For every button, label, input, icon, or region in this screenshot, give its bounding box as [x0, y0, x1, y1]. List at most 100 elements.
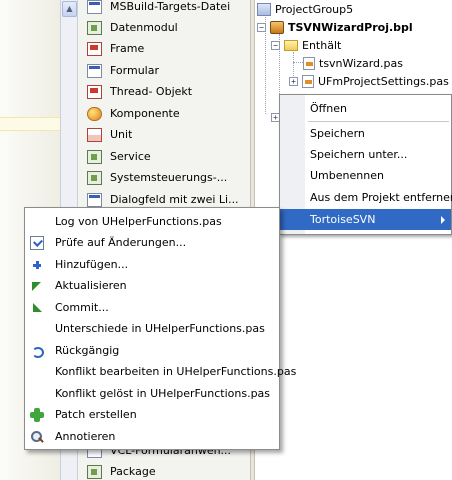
unit-icon	[87, 127, 102, 142]
project-context-menu: Öffnen Speichern Speichern unter... Umbe…	[279, 94, 452, 235]
menu-item-create-patch[interactable]: Patch erstellen	[25, 404, 279, 425]
menu-item-commit[interactable]: Commit...	[25, 297, 279, 318]
menu-item-label: Umbenennen	[310, 169, 384, 182]
tree-node-file[interactable]: tsvnWizard.pas	[303, 54, 403, 72]
project-group-icon	[257, 2, 271, 16]
menu-item-label: Patch erstellen	[55, 408, 137, 421]
palette-item-label: Package	[110, 465, 156, 478]
menu-item-label: Prüfe auf Änderungen...	[55, 236, 187, 249]
add-icon	[30, 258, 44, 272]
thread-icon	[87, 84, 102, 99]
annotate-icon	[30, 430, 44, 444]
project-tree: ProjectGroup5 − TSVNWizardProj.bpl − Ent…	[255, 0, 452, 480]
menu-item-label: TortoiseSVN	[310, 213, 376, 226]
package-project-icon	[270, 20, 284, 34]
menu-item-label: Hinzufügen...	[55, 258, 129, 271]
palette-item-label: Komponente	[110, 107, 180, 120]
menu-item-log[interactable]: Log von UHelperFunctions.pas	[25, 211, 279, 232]
component-icon	[87, 106, 102, 121]
ide-window: ▲ MSBuild-Targets-Datei Datenmodul Frame…	[0, 0, 452, 480]
folder-icon	[284, 39, 298, 51]
menu-item-diff[interactable]: Unterschiede in UHelperFunctions.pas	[25, 318, 279, 339]
palette-item-datenmodul[interactable]: Datenmodul	[78, 17, 250, 38]
patch-icon	[30, 408, 44, 422]
expand-icon[interactable]: +	[289, 76, 298, 86]
tree-node-label: tsvnWizard.pas	[319, 56, 403, 70]
palette-item-label: Systemsteuerungs-...	[110, 171, 228, 184]
tree-node-file[interactable]: + UFmProjectSettings.pas	[289, 72, 449, 90]
palette-item-label: Formular	[110, 64, 160, 77]
tree-node-contains[interactable]: − Enthält	[271, 36, 341, 54]
menu-item-label: Aus dem Projekt entfernen	[310, 191, 452, 204]
palette-item-label: Service	[110, 150, 151, 163]
pas-file-icon	[303, 56, 315, 70]
palette-item-komponente[interactable]: Komponente	[78, 103, 250, 124]
menu-item-save-as[interactable]: Speichern unter...	[280, 144, 451, 165]
menu-item-edit-conflict[interactable]: Konflikt bearbeiten in UHelperFunctions.…	[25, 361, 296, 382]
palette-item-thread[interactable]: Thread- Objekt	[78, 81, 250, 102]
tortoisesvn-submenu: Log von UHelperFunctions.pas Prüfe auf Ä…	[24, 207, 296, 450]
palette-item-label: Dialogfeld mit zwei Li...	[110, 193, 239, 206]
scroll-up-button[interactable]: ▲	[62, 1, 77, 17]
tree-node-projectgroup[interactable]: ProjectGroup5	[257, 0, 353, 18]
menu-item-remove-from-project[interactable]: Aus dem Projekt entfernen	[280, 187, 452, 208]
msbuild-icon	[87, 0, 102, 14]
menu-item-add[interactable]: Hinzufügen...	[25, 254, 279, 275]
palette-item-package[interactable]: Package	[78, 461, 250, 480]
menu-item-label: Öffnen	[310, 102, 347, 115]
menu-item-annotate[interactable]: Annotieren	[25, 426, 279, 447]
package-icon	[87, 464, 102, 479]
collapse-icon[interactable]: −	[271, 40, 280, 50]
dialog-icon	[87, 192, 102, 207]
update-icon	[30, 279, 44, 293]
collapse-icon[interactable]: −	[257, 22, 266, 32]
tree-node-label: UFmProjectSettings.pas	[318, 74, 449, 88]
pas-file-icon	[302, 74, 314, 88]
palette-item-msbuild[interactable]: MSBuild-Targets-Datei	[78, 0, 250, 17]
palette-item-frame[interactable]: Frame	[78, 38, 250, 59]
menu-item-label: Konflikt bearbeiten in UHelperFunctions.…	[55, 365, 297, 378]
menu-item-check-changes[interactable]: Prüfe auf Änderungen...	[25, 232, 279, 253]
palette-item-label: Unit	[110, 128, 133, 141]
menu-item-label: Log von UHelperFunctions.pas	[55, 215, 222, 228]
control-panel-icon	[87, 170, 102, 185]
menu-item-save[interactable]: Speichern	[280, 123, 451, 144]
menu-item-update[interactable]: Aktualisieren	[25, 275, 279, 296]
check-changes-icon	[30, 236, 44, 250]
menu-item-label: Speichern unter...	[310, 148, 408, 161]
palette-item-label: MSBuild-Targets-Datei	[110, 0, 231, 13]
palette-item-systemsteuerung[interactable]: Systemsteuerungs-...	[78, 167, 250, 188]
palette-item-formular[interactable]: Formular	[78, 60, 250, 81]
palette-item-label: Datenmodul	[110, 21, 178, 34]
tree-node-label: Enthält	[302, 38, 342, 52]
commit-icon	[30, 301, 44, 315]
menu-item-resolve-conflict[interactable]: Konflikt gelöst in UHelperFunctions.pas	[25, 383, 279, 404]
tree-node-label: TSVNWizardProj.bpl	[288, 20, 413, 34]
palette-item-unit[interactable]: Unit	[78, 124, 250, 145]
menu-item-rename[interactable]: Umbenennen	[280, 165, 451, 186]
frame-icon	[87, 41, 102, 56]
menu-item-label: Annotieren	[55, 430, 116, 443]
service-icon	[87, 149, 102, 164]
menu-item-open[interactable]: Öffnen	[280, 98, 451, 119]
editor-highlight-line	[0, 117, 60, 131]
revert-icon	[30, 344, 44, 358]
menu-item-tortoisesvn[interactable]: TortoiseSVN	[280, 209, 451, 230]
palette-item-service[interactable]: Service	[78, 146, 250, 167]
tree-node-project[interactable]: − TSVNWizardProj.bpl	[257, 18, 413, 36]
palette-item-label: Frame	[110, 42, 145, 55]
menu-item-label: Aktualisieren	[55, 279, 127, 292]
submenu-arrow-icon	[441, 216, 445, 224]
menu-item-label: Speichern	[310, 127, 365, 140]
form-icon	[87, 63, 102, 78]
datamodule-icon	[87, 20, 102, 35]
menu-item-label: Konflikt gelöst in UHelperFunctions.pas	[55, 387, 271, 400]
tree-node-label: ProjectGroup5	[275, 2, 354, 16]
menu-item-label: Unterschiede in UHelperFunctions.pas	[55, 322, 265, 335]
menu-item-revert[interactable]: Rückgängig	[25, 340, 279, 361]
menu-item-label: Commit...	[55, 301, 109, 314]
menu-item-label: Rückgängig	[55, 344, 120, 357]
menu-separator	[308, 121, 449, 122]
tree-guide	[293, 62, 303, 63]
palette-item-label: Thread- Objekt	[110, 85, 193, 98]
